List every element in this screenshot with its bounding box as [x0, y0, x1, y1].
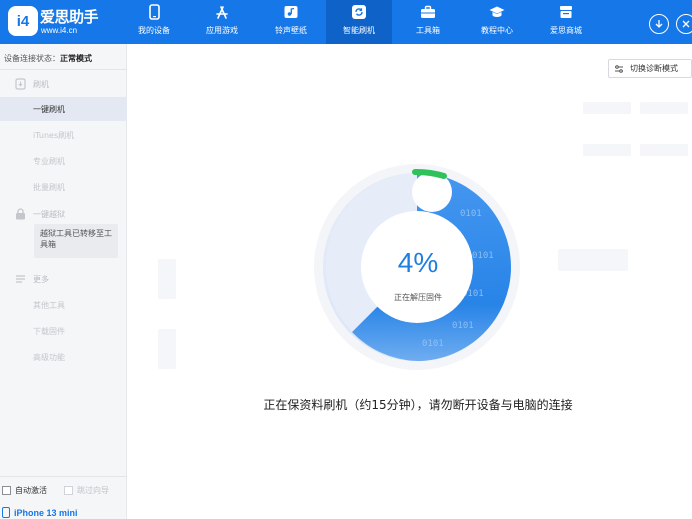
nav-apps-games[interactable]: 应用游戏 [189, 0, 255, 44]
background-placeholder [640, 144, 688, 156]
lock-icon [14, 208, 26, 220]
phone-icon [145, 3, 163, 21]
background-placeholder [640, 102, 688, 114]
connection-status: 设备连接状态：正常模式 [4, 53, 92, 64]
brand-url: www.i4.cn [41, 26, 78, 35]
sidebar-item-itunes-flash[interactable]: iTunes刷机 [0, 123, 127, 147]
sidebar-item-label: 一键刷机 [33, 104, 65, 114]
section-title: 更多 [33, 274, 49, 284]
nav-tutorials[interactable]: 教程中心 [464, 0, 530, 44]
nav-label: 智能刷机 [343, 26, 375, 35]
sidebar-item-one-click-flash[interactable]: 一键刷机 [0, 97, 127, 121]
sidebar-item-label: 高级功能 [33, 352, 65, 362]
sidebar-item-other-tools[interactable]: 其他工具 [0, 293, 127, 317]
graduation-cap-icon [488, 3, 506, 21]
sidebar-item-advanced[interactable]: 高级功能 [0, 345, 127, 369]
auto-activate-checkbox[interactable]: 自动激活 [2, 485, 47, 496]
toolbox-icon [419, 3, 437, 21]
brand-name: 爱思助手 [40, 8, 99, 26]
section-more: 更多 [14, 272, 49, 286]
section-jailbreak: 一键越狱 [14, 207, 65, 221]
nav-smart-flash[interactable]: 智能刷机 [326, 0, 392, 44]
close-button[interactable] [676, 14, 692, 34]
flash-icon [14, 78, 26, 90]
binary-text: 0101 [460, 209, 482, 219]
section-title: 一键越狱 [33, 209, 65, 219]
sidebar-item-pro-flash[interactable]: 专业刷机 [0, 149, 127, 173]
nav-label: 应用游戏 [206, 26, 238, 35]
progress-status: 正在解压固件 [394, 293, 442, 302]
background-placeholder [158, 329, 176, 369]
sidebar-item-download-firmware[interactable]: 下载固件 [0, 319, 127, 343]
binary-text: 0101 [452, 321, 474, 331]
phone-icon [2, 507, 10, 518]
close-icon [682, 20, 690, 28]
sidebar-item-label: 专业刷机 [33, 156, 65, 166]
sidebar-item-label: iTunes刷机 [33, 130, 75, 140]
divider [0, 69, 127, 70]
refresh-icon [350, 3, 368, 21]
main-content: 切换诊断模式 0101 0101 0101 0101 0101 4% 正在解压固… [128, 44, 692, 519]
sidebar-item-label: 批量刷机 [33, 182, 65, 192]
section-title: 刷机 [33, 79, 49, 89]
checkbox-box [2, 486, 11, 495]
switch-icon [614, 64, 624, 73]
checkbox-label: 跳过向导 [77, 486, 109, 495]
sidebar: 设备连接状态：正常模式 刷机 一键刷机 iTunes刷机 专业刷机 批量刷机 一… [0, 44, 127, 519]
nav-label: 爱思商城 [550, 26, 582, 35]
nav-label: 工具箱 [416, 26, 440, 35]
download-icon [655, 20, 663, 28]
nav-toolbox[interactable]: 工具箱 [395, 0, 461, 44]
progress-percent: 4% [397, 247, 439, 278]
flash-warning-message: 正在保资料刷机（约15分钟），请勿断开设备与电脑的连接 [263, 398, 573, 412]
sidebar-item-label: 其他工具 [33, 300, 65, 310]
sidebar-item-batch-flash[interactable]: 批量刷机 [0, 175, 127, 199]
binary-text: 0101 [472, 251, 494, 261]
background-placeholder [558, 249, 628, 271]
jailbreak-notice: 越狱工具已转移至工具箱 [34, 224, 118, 258]
nav-shop[interactable]: 爱思商城 [533, 0, 599, 44]
background-placeholder [583, 102, 631, 114]
sidebar-item-label: 下载固件 [33, 326, 65, 336]
menu-icon [14, 273, 26, 285]
binary-text: 0101 [422, 339, 444, 349]
divider [0, 476, 127, 477]
nav-my-device[interactable]: 我的设备 [121, 0, 187, 44]
app-store-icon [213, 3, 231, 21]
skip-guide-checkbox[interactable]: 跳过向导 [64, 485, 109, 496]
shop-icon [557, 3, 575, 21]
switch-button-label: 切换诊断模式 [630, 64, 678, 73]
app-logo: i4 [8, 6, 38, 36]
connection-status-value: 正常模式 [60, 54, 92, 63]
switch-diagnostic-mode-button[interactable]: 切换诊断模式 [608, 59, 692, 78]
nav-label: 教程中心 [481, 26, 513, 35]
music-wallpaper-icon [282, 3, 300, 21]
section-flash: 刷机 [14, 77, 49, 91]
logo-text: i4 [16, 12, 30, 30]
connection-status-label: 设备连接状态： [4, 54, 60, 63]
background-placeholder [583, 144, 631, 156]
nav-ringtones-wallpapers[interactable]: 铃声壁纸 [258, 0, 324, 44]
device-name: iPhone 13 mini [14, 507, 78, 518]
nav-label: 我的设备 [138, 26, 170, 35]
download-button[interactable] [649, 14, 669, 34]
checkbox-label: 自动激活 [15, 486, 47, 495]
background-placeholder [158, 259, 176, 299]
connected-device[interactable]: iPhone 13 mini [2, 507, 78, 518]
checkbox-box [64, 486, 73, 495]
top-navigation-bar: i4 爱思助手 www.i4.cn 我的设备 应用游戏 铃声壁纸 智能刷机 工具… [0, 0, 692, 44]
nav-label: 铃声壁纸 [275, 26, 307, 35]
